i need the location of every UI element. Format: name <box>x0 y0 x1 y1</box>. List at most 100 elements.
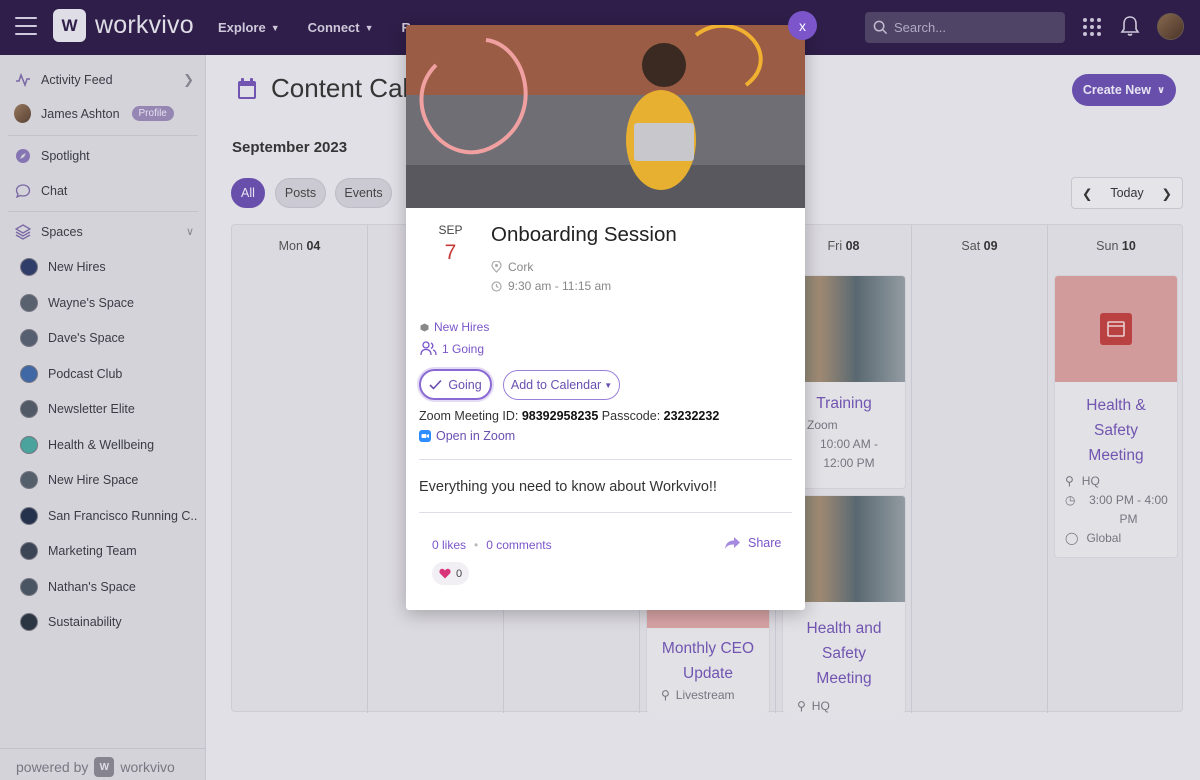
event-location: ⚲ HQ <box>783 697 905 713</box>
event-modal: SEP 7 Onboarding Session Cork 9:30 am - … <box>406 25 805 610</box>
going-count-link[interactable]: 1 Going <box>420 341 484 356</box>
event-time: 9:30 am - 11:15 am <box>491 279 611 293</box>
page-header: Content Cal <box>237 73 408 104</box>
space-item[interactable]: Podcast Club <box>20 365 198 383</box>
user-avatar[interactable] <box>1157 13 1184 40</box>
going-button-label: Going <box>448 377 482 392</box>
today-button[interactable]: Today <box>1110 186 1143 200</box>
space-label: San Francisco Running C... <box>48 509 198 523</box>
likes-link[interactable]: 0 likes <box>432 538 466 552</box>
going-button[interactable]: Going <box>419 369 492 400</box>
search-box[interactable] <box>865 12 1065 43</box>
add-to-calendar-button[interactable]: Add to Calendar ▼ <box>503 370 620 400</box>
date-navigator: ❮ Today ❯ <box>1071 177 1183 209</box>
event-hero-image <box>406 25 805 208</box>
event-day: 7 <box>444 241 457 264</box>
chevron-down-icon: ∨ <box>1156 84 1166 96</box>
space-item[interactable]: Dave's Space <box>20 329 198 347</box>
filter-all[interactable]: All <box>231 178 265 208</box>
nav-connect-label: Connect <box>307 20 360 35</box>
location-pin-icon <box>491 261 502 273</box>
sidebar-item-spotlight[interactable]: Spotlight <box>14 147 194 164</box>
passcode-label: Passcode: <box>601 409 661 423</box>
caret-down-icon: ▼ <box>604 380 613 390</box>
space-avatar <box>20 329 38 347</box>
month-label: September 2023 <box>232 139 348 156</box>
space-item[interactable]: Sustainability <box>20 613 198 631</box>
sidebar-item-spaces[interactable]: Spaces ∨ <box>14 223 194 240</box>
chevron-down-icon: ▼ <box>364 22 374 33</box>
day-header: Mon 04 <box>232 239 367 253</box>
bell-icon[interactable] <box>1120 15 1140 37</box>
event-card-ceo-update[interactable]: Monthly CEO Update ⚲ Livestream <box>646 595 770 713</box>
event-title: Onboarding Session <box>491 223 677 246</box>
event-space-link[interactable]: New Hires <box>420 320 489 334</box>
sidebar-item-profile[interactable]: James Ashton Profile <box>14 104 194 123</box>
space-label: Wayne's Space <box>48 296 134 310</box>
space-item[interactable]: Nathan's Space <box>20 578 198 596</box>
globe-icon: ◯ <box>1065 531 1079 545</box>
day-header: Sat 09 <box>912 239 1047 253</box>
event-month: SEP <box>438 223 463 237</box>
event-location-text: HQ <box>811 699 830 713</box>
day-dow: Sat <box>961 239 981 253</box>
day-num: 10 <box>1121 239 1136 253</box>
space-label: Nathan's Space <box>48 580 136 594</box>
passcode: 23232232 <box>663 409 720 423</box>
activity-icon <box>14 71 31 88</box>
event-title: Monthly CEO Update <box>661 640 755 682</box>
divider <box>419 512 792 513</box>
sidebar-user-name: James Ashton <box>41 106 120 121</box>
nav-explore[interactable]: Explore ▼ <box>218 20 280 35</box>
space-item[interactable]: Marketing Team <box>20 542 198 560</box>
comments-link[interactable]: 0 comments <box>486 538 551 552</box>
chevron-left-icon[interactable]: ❮ <box>1082 186 1092 201</box>
open-in-zoom-link[interactable]: Open in Zoom <box>419 429 515 443</box>
pin-icon: ⚲ <box>1065 474 1074 488</box>
zoom-id: 98392958235 <box>521 409 599 423</box>
zoom-icon <box>419 430 431 442</box>
create-new-button[interactable]: Create New ∨ <box>1072 74 1176 106</box>
space-item[interactable]: New Hire Space <box>20 471 198 489</box>
heart-icon <box>439 568 451 579</box>
going-count-text: 1 Going <box>442 341 485 356</box>
profile-badge[interactable]: Profile <box>131 106 174 121</box>
day-header: Sun 10 <box>1048 239 1184 253</box>
filter-events[interactable]: Events <box>335 178 392 208</box>
space-label: New Hire Space <box>48 473 139 487</box>
space-item[interactable]: Newsletter Elite <box>20 400 198 418</box>
space-label: New Hires <box>48 260 106 274</box>
space-item[interactable]: New Hires <box>20 258 198 276</box>
day-column-mon: Mon 04 <box>232 225 368 713</box>
day-column-sun: Sun 10 Health & Safety Meeting ⚲ HQ ◷ 3:00… <box>1048 225 1184 713</box>
space-avatar <box>20 507 38 525</box>
day-dow: Mon <box>278 239 303 253</box>
chevron-right-icon[interactable]: ❯ <box>1162 186 1172 201</box>
sidebar-item-activity-feed[interactable]: Activity Feed ❯ <box>14 71 194 88</box>
apps-grid-icon[interactable] <box>1083 18 1101 36</box>
logo[interactable]: W workvivo <box>53 9 194 42</box>
powered-by-text: powered by <box>16 759 89 775</box>
event-card-health-safety-sun[interactable]: Health & Safety Meeting ⚲ HQ ◷ 3:00 PM - 4… <box>1054 275 1178 558</box>
logo-mark: W <box>53 9 86 42</box>
calendar-icon <box>1100 313 1132 345</box>
check-icon <box>429 379 442 390</box>
create-new-label: Create New <box>1082 83 1151 97</box>
close-button[interactable]: x <box>788 11 817 40</box>
space-item[interactable]: Health & Wellbeing <box>20 436 198 454</box>
chevron-down-icon: ▼ <box>270 22 280 33</box>
space-item[interactable]: Wayne's Space <box>20 294 198 312</box>
search-input[interactable] <box>894 20 1054 35</box>
page-title: Content Cal <box>271 73 409 103</box>
filter-posts[interactable]: Posts <box>275 178 326 208</box>
nav-connect[interactable]: Connect ▼ <box>308 20 374 35</box>
powered-logo-text: workvivo <box>120 759 175 775</box>
heart-reaction[interactable]: 0 <box>432 562 469 585</box>
powered-by: powered by W workvivo <box>16 757 175 777</box>
share-button[interactable]: Share <box>724 536 781 550</box>
space-avatar <box>20 436 38 454</box>
space-item[interactable]: San Francisco Running C... <box>20 507 198 525</box>
sidebar-item-chat[interactable]: Chat <box>14 182 194 199</box>
event-thumbnail <box>1055 276 1177 382</box>
menu-icon[interactable] <box>15 17 37 35</box>
